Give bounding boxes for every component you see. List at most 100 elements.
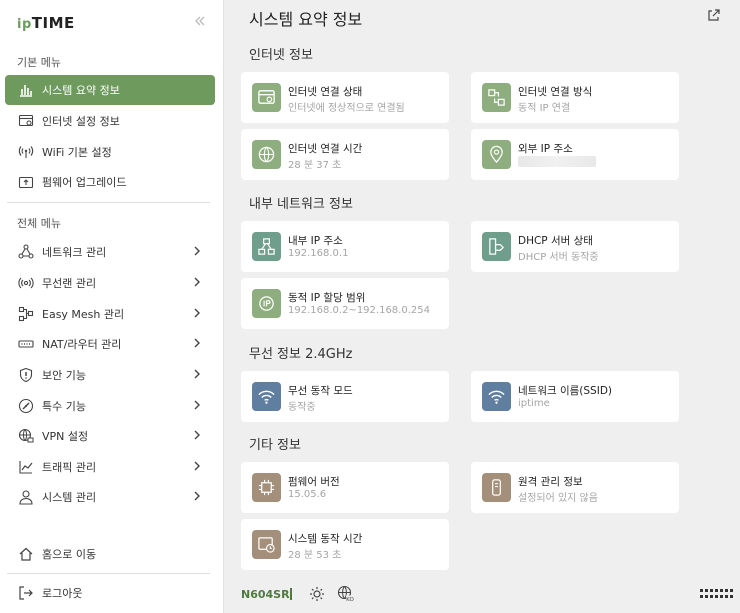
logout-link[interactable]: 로그아웃 [5,578,215,608]
collapse-sidebar-icon[interactable] [192,13,208,29]
card-internet-status[interactable]: 인터넷 연결 상태 인터넷에 정상적으로 연결됨 [241,72,449,123]
sidebar-item-internet-settings[interactable]: 인터넷 설정 정보 [5,106,215,136]
card-label: 동적 IP 할당 범위 [288,292,366,304]
section-title-other: 기타 정보 [249,438,301,453]
home-link[interactable]: 홈으로 이동 [5,539,215,569]
card-internal-ip[interactable]: 내부 IP 주소 192.168.0.1 [241,221,449,272]
lan-topology-icon [252,232,281,261]
export-icon[interactable] [707,8,721,22]
language-globe-icon[interactable]: KO [337,585,354,602]
vpn-globe-icon [17,427,35,445]
sidebar-item-label: 시스템 요약 정보 [42,84,120,97]
card-label: 네트워크 이름(SSID) [518,385,613,397]
sidebar-item-security[interactable]: 보안 기능 [5,360,215,390]
sidebar-item-label: 시스템 관리 [42,491,97,504]
sidebar-item-system-admin[interactable]: 시스템 관리 [5,482,215,512]
chevron-right-icon [194,491,200,501]
card-value: 15.05.6 [288,489,327,500]
sidebar-item-label: VPN 설정 [42,430,89,443]
card-value: 28 분 37 초 [288,160,342,171]
web-settings-icon [17,112,35,130]
section-title-internet: 인터넷 정보 [249,48,313,63]
chevron-right-icon [194,246,200,256]
chevron-right-icon [194,430,200,440]
card-label: DHCP 서버 상태 [518,235,593,247]
card-value: 동적 IP 연결 [518,103,571,114]
sidebar-item-special[interactable]: 특수 기능 [5,391,215,421]
card-value: 192.168.0.1 [288,248,349,259]
card-label: 시스템 동작 시간 [288,533,363,545]
wifi-icon [482,382,511,411]
card-external-ip[interactable]: 외부 IP 주소 [471,129,679,180]
uptime-clock-icon [252,530,281,559]
language-code: KO [346,597,354,602]
logo-row: ipTIME [0,0,224,46]
iptime-logo[interactable]: ipTIME [17,14,75,32]
page-title: 시스템 요약 정보 [249,10,363,29]
sidebar-item-wireless[interactable]: 무선랜 관리 [5,268,215,298]
card-uptime[interactable]: 시스템 동작 시간 28 분 53 초 [241,519,449,570]
card-value: iptime [518,398,550,409]
wifi-icon [252,382,281,411]
location-pin-icon [482,140,511,169]
remote-control-icon [482,473,511,502]
section-title-lan: 내부 네트워크 정보 [249,197,353,212]
card-dhcp-range[interactable]: 동적 IP 할당 범위 192.168.0.2~192.168.0.254 [241,278,449,329]
card-ssid[interactable]: 네트워크 이름(SSID) iptime [471,371,679,422]
model-name: N604SR [241,588,290,601]
sidebar-item-system-summary[interactable]: 시스템 요약 정보 [5,75,215,105]
chevron-right-icon [194,338,200,348]
traffic-chart-icon [17,458,35,476]
sidebar-item-label: 트래픽 관리 [42,461,97,474]
sidebar-item-label: 네트워크 관리 [42,246,107,259]
mesh-icon [17,305,35,323]
card-firmware-version[interactable]: 펌웨어 버전 15.05.6 [241,462,449,513]
dhcp-server-icon [482,232,511,261]
masked-ip-blur [518,156,596,167]
card-value: 28 분 53 초 [288,550,342,561]
card-value: 인터넷에 정상적으로 연결됨 [288,103,405,114]
chevron-right-icon [194,400,200,410]
sidebar-item-traffic[interactable]: 트래픽 관리 [5,452,215,482]
theme-toggle-icon[interactable] [309,586,325,602]
sidebar-divider [7,573,210,574]
firmware-upgrade-icon [17,173,35,191]
full-menu-label: 전체 메뉴 [17,217,61,230]
sidebar-item-vpn[interactable]: VPN 설정 [5,421,215,451]
card-value-masked [518,156,596,168]
card-label: 인터넷 연결 상태 [288,86,363,98]
router-icon [17,335,35,353]
sidebar-item-network[interactable]: 네트워크 관리 [5,237,215,267]
sidebar-item-label: 보안 기능 [42,369,86,382]
chevron-right-icon [194,461,200,471]
sidebar-item-label: 특수 기능 [42,400,86,413]
card-value: DHCP 서버 동작중 [518,252,599,263]
ip-assign-icon [252,289,281,318]
sidebar-item-firmware-upgrade[interactable]: 펌웨어 업그레이드 [5,167,215,197]
card-value: 설정되어 있지 않음 [518,493,598,504]
card-label: 내부 IP 주소 [288,235,343,247]
sidebar-item-label: NAT/라우터 관리 [42,338,122,351]
card-dhcp-status[interactable]: DHCP 서버 상태 DHCP 서버 동작중 [471,221,679,272]
card-wireless-mode[interactable]: 무선 동작 모드 동작중 [241,371,449,422]
sidebar-item-easy-mesh[interactable]: Easy Mesh 관리 [5,299,215,329]
sidebar-item-wifi-settings[interactable]: WiFi 기본 설정 [5,137,215,167]
home-icon [17,545,35,563]
card-connection-type[interactable]: 인터넷 연결 방식 동적 IP 연결 [471,72,679,123]
apps-grid-icon[interactable] [700,589,734,599]
card-remote-management[interactable]: 원격 관리 정보 설정되어 있지 않음 [471,462,679,513]
sidebar-item-nat-router[interactable]: NAT/라우터 관리 [5,329,215,359]
sidebar-item-label: 펌웨어 업그레이드 [42,176,127,189]
logout-label: 로그아웃 [42,587,83,600]
sidebar-item-label: 무선랜 관리 [42,277,97,290]
web-status-icon [252,83,281,112]
card-label: 펌웨어 버전 [288,476,340,488]
basic-menu-label: 기본 메뉴 [17,56,61,69]
footer: N604SR KO [224,578,740,613]
footer-separator [290,588,292,600]
chevron-right-icon [194,277,200,287]
logo-ip-text: ip [17,17,32,32]
wireless-icon [17,274,35,292]
shield-icon [17,366,35,384]
card-connection-time[interactable]: 인터넷 연결 시간 28 분 37 초 [241,129,449,180]
